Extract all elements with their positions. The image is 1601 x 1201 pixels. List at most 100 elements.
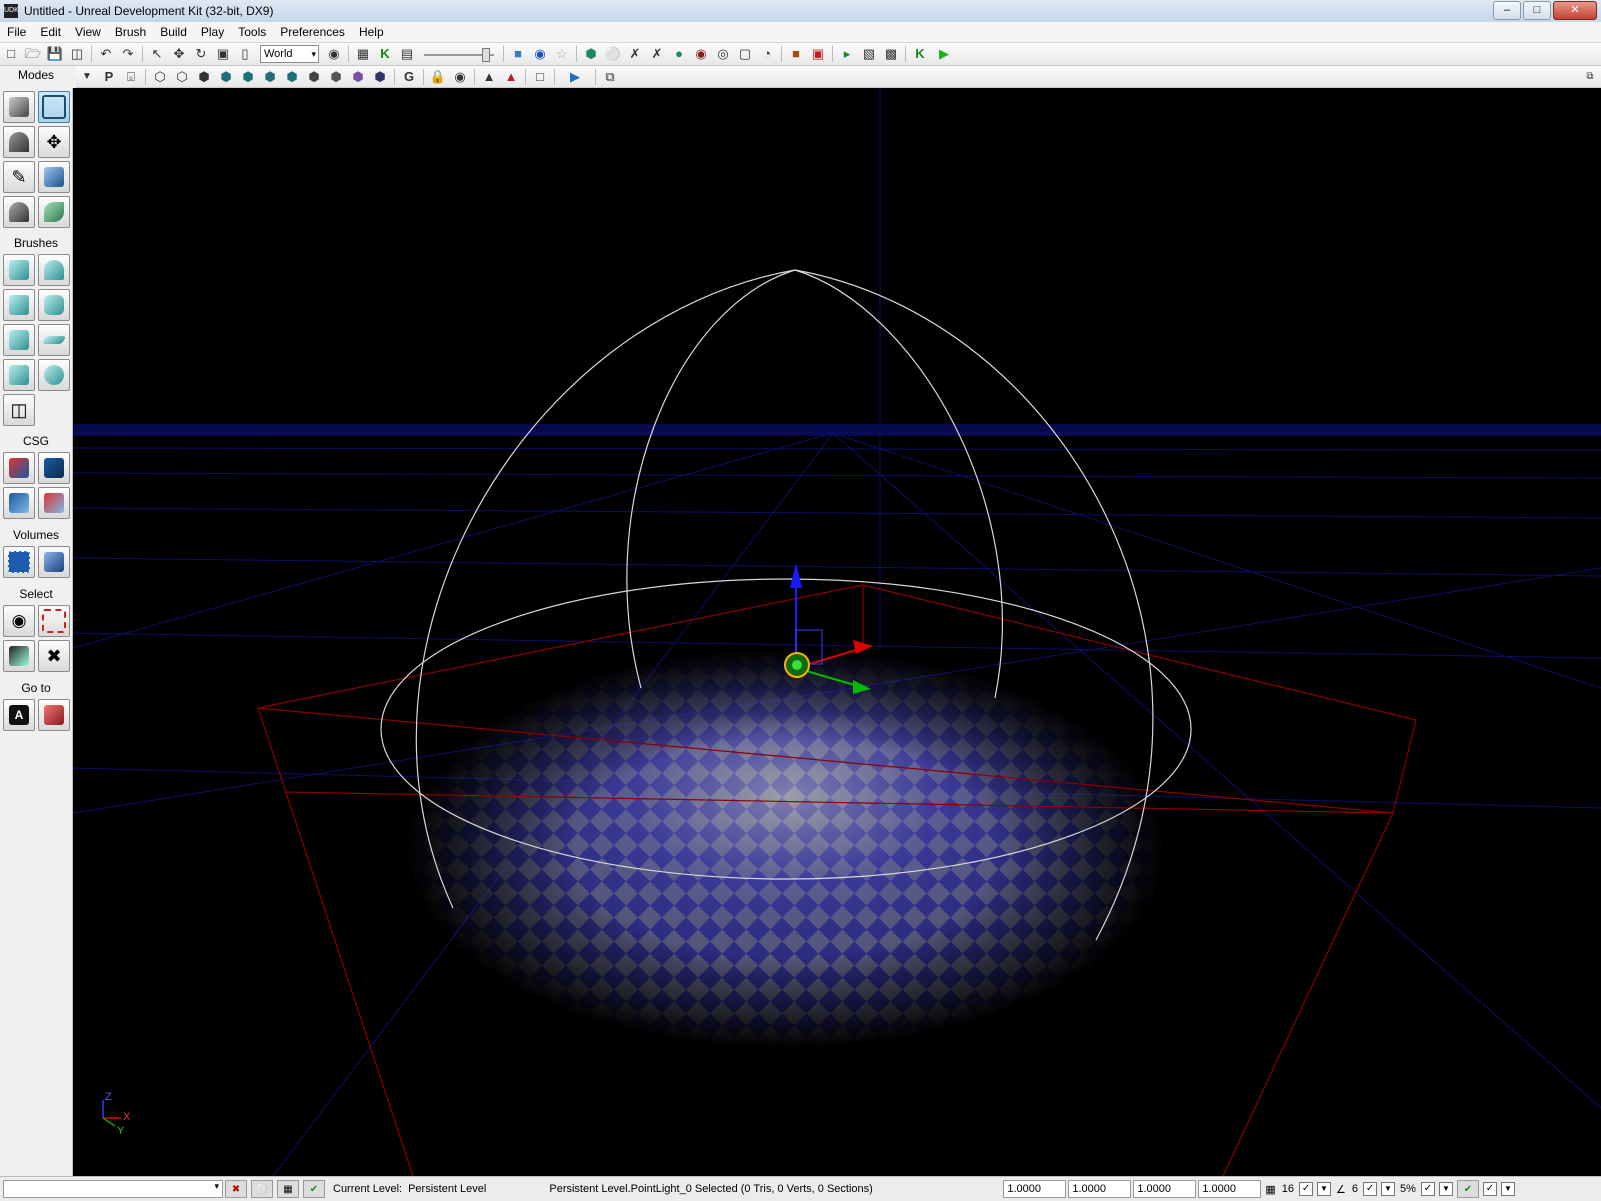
goto-actor-button[interactable]: A [3, 699, 35, 731]
transform-mode-button[interactable]: ✥ [38, 126, 70, 158]
camera-speed-slider[interactable] [424, 47, 494, 62]
float-viewport-icon[interactable]: ⧉ [601, 68, 619, 86]
linear-stair-button[interactable] [3, 324, 35, 356]
grid-snap-checkbox[interactable]: ✓ [1299, 1182, 1314, 1196]
cube-brush-button[interactable] [3, 254, 35, 286]
kismet-play-icon[interactable]: K [911, 45, 929, 63]
generic-browser-icon[interactable]: ◉ [531, 45, 549, 63]
drag-grid-z[interactable]: 1.0000 [1133, 1180, 1197, 1198]
binoculars-icon[interactable]: ◉ [325, 45, 343, 63]
texture-density-icon[interactable]: ⬢ [305, 68, 323, 86]
lit-icon[interactable]: ⬢ [217, 68, 235, 86]
rotate-icon[interactable]: ↻ [192, 45, 210, 63]
clipboard-icon[interactable]: ▤ [398, 45, 416, 63]
perspective-viewport[interactable]: Z X Y [73, 88, 1601, 1176]
lightmap-density-icon[interactable]: ⬢ [349, 68, 367, 86]
console-icon[interactable]: ▧ [860, 45, 878, 63]
csg-subtract-button[interactable] [38, 452, 70, 484]
wireframe-icon[interactable]: ⬡ [151, 68, 169, 86]
menu-view[interactable]: View [68, 22, 108, 42]
build-all-icon[interactable]: ● [670, 45, 688, 63]
close-button[interactable]: ✕ [1553, 1, 1597, 20]
check-icon[interactable]: ✔ [303, 1180, 325, 1198]
kismet-icon[interactable]: ▦ [354, 45, 372, 63]
drag-grid-y[interactable]: 1.0000 [1068, 1180, 1132, 1198]
invert-selection-button[interactable] [3, 640, 35, 672]
frame-icon[interactable]: ▢ [736, 45, 754, 63]
camera-mode-button[interactable] [3, 91, 35, 123]
unlit-icon[interactable]: ⬢ [195, 68, 213, 86]
goto-builder-brush-button[interactable] [38, 699, 70, 731]
autosave-checkbox[interactable]: ✓ [1482, 1182, 1497, 1196]
volumetric-brush-button[interactable]: ◫ [3, 394, 35, 426]
menu-edit[interactable]: Edit [33, 22, 68, 42]
slider-thumb[interactable] [482, 48, 490, 62]
autosave-dropdown[interactable]: ▼ [1500, 1182, 1515, 1196]
grid-size-value[interactable]: 16 [1282, 1183, 1294, 1195]
lightmass-icon[interactable]: ◉ [692, 45, 710, 63]
realtime-icon[interactable]: ⌻ [122, 68, 140, 86]
drag-grid-x[interactable]: 1.0000 [1003, 1180, 1067, 1198]
play-icon[interactable]: ▶ [933, 45, 955, 63]
cascade-icon[interactable]: ▣ [809, 45, 827, 63]
rotation-snap-value[interactable]: 6 [1352, 1183, 1358, 1195]
minimize-button[interactable]: – [1493, 1, 1521, 20]
static-mesh-mode-button[interactable] [3, 196, 35, 228]
show-all-button[interactable]: ✖ [38, 640, 70, 672]
autosave-icon[interactable]: ✔ [1456, 1180, 1479, 1198]
hide-selected-button[interactable] [38, 605, 70, 637]
coordinate-system-select[interactable]: World ▾ [260, 45, 319, 63]
cylinder-brush-button[interactable] [38, 289, 70, 321]
add-volume-button[interactable] [3, 546, 35, 578]
sheet-brush-button[interactable] [38, 324, 70, 356]
build-paths-icon[interactable]: ✗ [626, 45, 644, 63]
undo-icon[interactable]: ↶ [97, 45, 115, 63]
frame-select-icon[interactable]: □ [531, 68, 549, 86]
content-browser-icon[interactable]: ■ [509, 45, 527, 63]
shader-complexity-icon[interactable]: ⬢ [327, 68, 345, 86]
grid-toggle-icon[interactable]: ▦ [277, 1180, 299, 1198]
csg-intersect-button[interactable] [3, 487, 35, 519]
chevron-down-icon[interactable]: ▼ [78, 68, 96, 86]
rotation-snap-checkbox[interactable]: ✓ [1363, 1182, 1378, 1196]
play-in-viewport-icon[interactable]: ▸ [838, 45, 856, 63]
play-viewport-icon[interactable]: ▶ [560, 68, 590, 86]
save-icon[interactable]: 💾 [46, 45, 64, 63]
translate-icon[interactable]: ✥ [170, 45, 188, 63]
audio-icon[interactable]: ◔ [758, 45, 776, 63]
new-file-icon[interactable]: □ [2, 45, 20, 63]
lock-icon[interactable]: 🔒 [429, 68, 447, 86]
redo-icon[interactable]: ↷ [119, 45, 137, 63]
spiral-stair-button[interactable] [3, 359, 35, 391]
lighting-only-icon[interactable]: ⬢ [261, 68, 279, 86]
maximize-button[interactable]: □ [1523, 1, 1551, 20]
light-bulb-icon[interactable]: ◎ [714, 45, 732, 63]
perspective-button[interactable]: P [100, 68, 118, 86]
brush-wireframe-icon[interactable]: ⬡ [173, 68, 191, 86]
command-input[interactable]: ▾ [3, 1180, 223, 1198]
light-complexity-icon[interactable]: ⬢ [283, 68, 301, 86]
grid-snap-dropdown[interactable]: ▼ [1317, 1182, 1332, 1196]
eye-icon[interactable]: ◉ [451, 68, 469, 86]
texture-align-button[interactable]: ✎ [3, 161, 35, 193]
actor-icon[interactable]: ▲ [502, 68, 520, 86]
scale-snap-value[interactable]: 5% [1400, 1183, 1416, 1195]
open-folder-icon[interactable]: 🗁 [24, 45, 42, 63]
geometry-mode-button[interactable] [38, 91, 70, 123]
scale-nonuniform-icon[interactable]: ▯ [236, 45, 254, 63]
menu-build[interactable]: Build [153, 22, 194, 42]
reflections-icon[interactable]: ⬢ [371, 68, 389, 86]
monitor-icon[interactable]: ▩ [882, 45, 900, 63]
scale-icon[interactable]: ▣ [214, 45, 232, 63]
add-special-button[interactable] [38, 546, 70, 578]
star-icon[interactable]: ☆ [553, 45, 571, 63]
cone-brush-button[interactable] [38, 254, 70, 286]
mesh-paint-button[interactable] [38, 161, 70, 193]
select-arrow-icon[interactable]: ↖ [148, 45, 166, 63]
menu-preferences[interactable]: Preferences [273, 22, 352, 42]
menu-tools[interactable]: Tools [231, 22, 273, 42]
terrain-mode-button[interactable] [3, 126, 35, 158]
menu-help[interactable]: Help [352, 22, 391, 42]
scale-snap-checkbox[interactable]: ✓ [1420, 1182, 1435, 1196]
drag-grid-uniform[interactable]: 1.0000 [1198, 1180, 1262, 1198]
